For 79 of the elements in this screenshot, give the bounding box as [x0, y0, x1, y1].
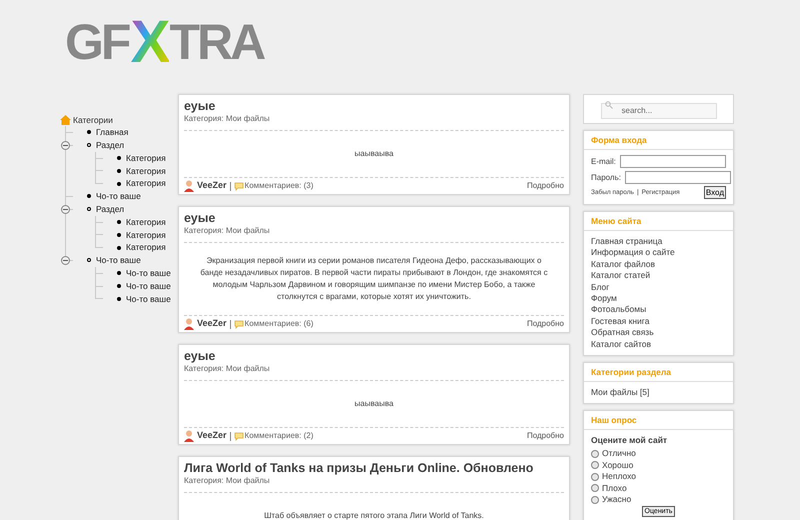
tree-item[interactable]: Раздел: [96, 140, 124, 150]
collapse-icon[interactable]: [61, 256, 70, 265]
post-category[interactable]: Категория: Мои файлы: [184, 476, 564, 486]
collapse-icon[interactable]: [61, 140, 70, 150]
field-label: E-mail:: [591, 156, 616, 167]
author-link[interactable]: VeeZer: [197, 429, 227, 443]
home-icon: [60, 115, 71, 125]
search-icon: [604, 101, 612, 109]
login-button[interactable]: Вход: [704, 186, 726, 199]
user-icon: [184, 318, 194, 330]
menu-link[interactable]: Информация о сайте: [591, 247, 726, 259]
post-text: ыаываыва: [354, 148, 394, 160]
menu-link[interactable]: Обратная связь: [591, 327, 726, 339]
tree-item[interactable]: Чо-то ваше: [126, 282, 171, 290]
comment-icon: [234, 432, 244, 440]
collapse-icon[interactable]: [61, 204, 70, 214]
email-field[interactable]: [620, 155, 726, 168]
tree-item[interactable]: Раздел: [96, 204, 124, 214]
menu-link[interactable]: Фотоальбомы: [591, 304, 726, 316]
radio-button[interactable]: [591, 472, 599, 481]
tree-item[interactable]: Главная: [96, 128, 128, 137]
post-text: Штаб объявляет о старте пятого этапа Лиги World of Tanks.: [264, 510, 484, 520]
menu-link[interactable]: Главная страница: [591, 236, 726, 248]
tree-item[interactable]: Категория: [126, 154, 166, 162]
author-link[interactable]: VeeZer: [197, 317, 227, 331]
more-link[interactable]: Подробно: [526, 180, 564, 192]
radio-button[interactable]: [591, 496, 599, 504]
field-label: Пароль:: [591, 172, 621, 183]
tree-item[interactable]: Категория: [126, 230, 166, 240]
menu-link[interactable]: Каталог сайтов: [591, 338, 726, 350]
menu-link[interactable]: Форум: [591, 293, 726, 304]
radio-button[interactable]: [591, 450, 599, 458]
post-title[interactable]: еуые: [184, 348, 564, 364]
menu-link[interactable]: Каталог статей: [591, 270, 726, 282]
tree-item[interactable]: Категория: [126, 179, 166, 188]
comments-count[interactable]: Комментариев: (3): [244, 180, 314, 192]
radio-button[interactable]: [591, 484, 599, 492]
tree-root[interactable]: Категории: [73, 114, 113, 126]
radio-button[interactable]: [591, 461, 599, 470]
tree-item[interactable]: Чо-то ваше: [126, 268, 171, 278]
user-icon: [184, 430, 194, 442]
password-field[interactable]: [624, 171, 731, 184]
category-link[interactable]: Мои файлы [5]: [591, 387, 726, 398]
tree-item[interactable]: Чо-то ваше: [96, 192, 141, 201]
post-text: Экранизация первой книги из серии романов писателя Гидеона Дефо, рассказывающих о банде незадачливых пиратов. В первой части пираты прибывают в Лондон, где знакомятся с молодым Чарльзом Дарвином и говорящим шимпанзе по имени Мистер Бобо, а также столкнутся с врагами, которые хотят их уничтожить.: [199, 255, 549, 303]
panel-title: Наш опрос: [591, 415, 637, 426]
poll-question: Оцените мой сайт: [591, 435, 668, 446]
poll-option: Ужасно: [602, 494, 632, 506]
panel-title: Меню сайта: [591, 216, 642, 226]
panel-title: Форма входа: [591, 135, 647, 145]
menu-link[interactable]: Гостевая книга: [591, 316, 726, 328]
author-link[interactable]: VeeZer: [197, 179, 227, 193]
more-link[interactable]: Подробно: [526, 318, 564, 330]
poll-option: Плохо: [602, 482, 627, 494]
menu-link[interactable]: Блог: [591, 282, 726, 294]
user-icon: [184, 180, 194, 192]
comment-icon: [234, 320, 244, 328]
poll-option: Хорошо: [602, 460, 634, 471]
panel-title: Категории раздела: [591, 367, 672, 378]
post-category[interactable]: Категория: Мои файлы: [184, 226, 564, 236]
tree-item[interactable]: Категория: [126, 243, 166, 252]
comments-count[interactable]: Комментариев: (6): [244, 318, 314, 330]
post-title[interactable]: еуые: [184, 98, 564, 114]
post-title[interactable]: Лига World of Tanks на призы Деньги Online. Обновлено: [184, 460, 564, 476]
post-category[interactable]: Категория: Мои файлы: [184, 114, 564, 124]
post-text: ыаываыва: [354, 398, 394, 410]
more-link[interactable]: Подробно: [526, 430, 564, 442]
comment-icon: [234, 182, 244, 190]
tree-item[interactable]: Чо-то ваше: [96, 256, 141, 265]
menu-link[interactable]: Каталог файлов: [591, 258, 726, 270]
poll-option: Отлично: [602, 448, 636, 460]
poll-option: Неплохо: [602, 471, 636, 482]
search-field[interactable]: search...: [600, 102, 716, 118]
post-category[interactable]: Категория: Мои файлы: [184, 364, 564, 374]
tree-item[interactable]: Категория: [126, 166, 166, 176]
comments-count[interactable]: Комментариев: (2): [244, 430, 314, 442]
tree-item[interactable]: Категория: [126, 218, 166, 226]
tree-item[interactable]: Чо-то ваше: [126, 294, 171, 303]
post-title[interactable]: еуые: [184, 210, 564, 226]
